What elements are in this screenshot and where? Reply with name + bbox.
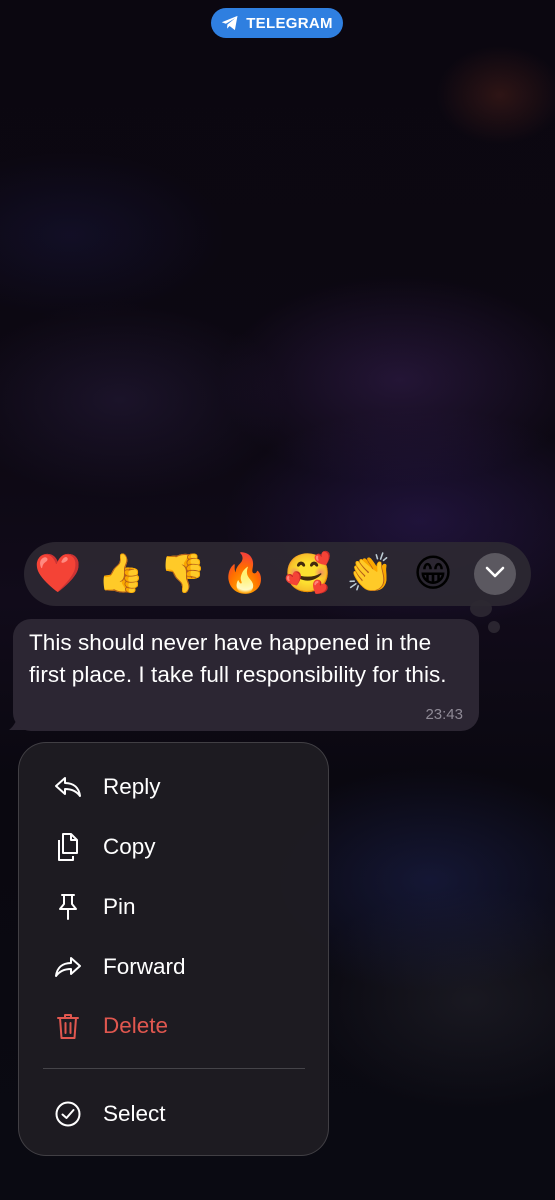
menu-item-delete-label: Delete	[103, 1013, 169, 1038]
pin-icon	[53, 892, 83, 922]
menu-item-copy-label: Copy	[103, 834, 156, 859]
reaction-bar: ❤️ 👍 👎 🔥 🥰 👏 😁	[24, 542, 531, 606]
menu-item-forward-label: Forward	[103, 954, 186, 979]
telegram-plane-icon	[221, 15, 239, 31]
menu-item-reply-label: Reply	[103, 774, 161, 799]
menu-item-copy[interactable]: Copy	[19, 819, 328, 875]
reaction-red-heart[interactable]: ❤️	[34, 550, 82, 598]
reaction-thumbs-up[interactable]: 👍	[97, 550, 145, 598]
menu-item-select[interactable]: Select	[19, 1086, 328, 1142]
message-bubble[interactable]: This should never have happened in the f…	[13, 619, 479, 731]
copy-icon	[53, 832, 83, 862]
reaction-beaming-face[interactable]: 😁	[409, 550, 457, 598]
reaction-clapping-hands[interactable]: 👏	[346, 550, 394, 598]
menu-item-reply[interactable]: Reply	[19, 759, 328, 815]
chevron-down-icon	[485, 565, 505, 583]
expand-reactions-button[interactable]	[474, 553, 516, 595]
reaction-thumbs-down[interactable]: 👎	[159, 550, 207, 598]
message-context-menu: Reply Copy Pin Forward Delete Select	[18, 742, 329, 1156]
message-timestamp: 23:43	[425, 706, 463, 723]
reaction-fire[interactable]: 🔥	[221, 550, 269, 598]
reply-icon	[53, 772, 83, 802]
trash-icon	[53, 1011, 83, 1041]
reaction-bar-tail-dot	[470, 600, 492, 617]
menu-item-pin-label: Pin	[103, 894, 136, 919]
menu-item-delete[interactable]: Delete	[19, 998, 328, 1054]
telegram-badge-label: TELEGRAM	[246, 14, 333, 32]
menu-item-pin[interactable]: Pin	[19, 879, 328, 935]
forward-icon	[53, 952, 83, 982]
reaction-smiling-face-with-hearts[interactable]: 🥰	[284, 550, 332, 598]
menu-divider	[43, 1068, 305, 1069]
telegram-badge: TELEGRAM	[211, 8, 343, 38]
check-circle-icon	[53, 1099, 83, 1129]
menu-item-select-label: Select	[103, 1101, 166, 1126]
message-text: This should never have happened in the f…	[29, 630, 447, 687]
reaction-bar-tail-dot-small	[488, 621, 500, 633]
menu-item-forward[interactable]: Forward	[19, 939, 328, 995]
